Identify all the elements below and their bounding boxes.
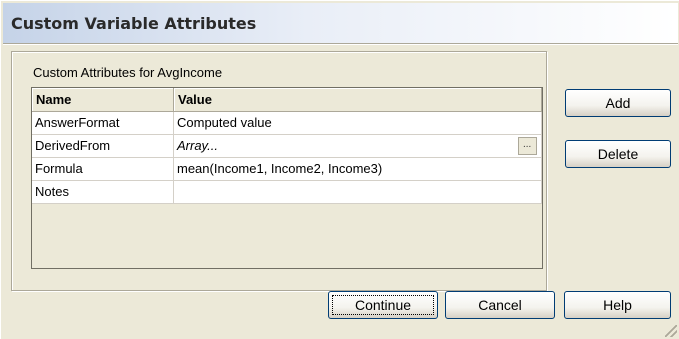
title-divider-highlight	[3, 44, 678, 45]
attribute-name-cell[interactable]: DerivedFrom	[32, 135, 174, 158]
continue-button-label: Continue	[354, 297, 412, 313]
custom-variable-attributes-dialog: Custom Variable Attributes Custom Attrib…	[0, 0, 679, 339]
cancel-button[interactable]: Cancel	[445, 291, 555, 319]
table-row[interactable]: DerivedFrom Array... ...	[32, 135, 542, 158]
add-button[interactable]: Add	[565, 89, 671, 117]
attributes-grid[interactable]: Name Value AnswerFormat Computed value D…	[31, 87, 543, 269]
title-bar: Custom Variable Attributes	[3, 3, 678, 43]
help-button[interactable]: Help	[564, 291, 671, 319]
attribute-value-text: Array...	[177, 138, 218, 153]
table-row[interactable]: Formula mean(Income1, Income2, Income3)	[32, 158, 542, 181]
attribute-value-cell[interactable]: Array... ...	[174, 135, 542, 158]
table-row[interactable]: Notes	[32, 181, 542, 204]
column-header-value[interactable]: Value	[174, 88, 542, 112]
delete-button[interactable]: Delete	[565, 140, 671, 168]
column-header-name[interactable]: Name	[32, 88, 174, 112]
continue-button[interactable]: Continue	[328, 291, 438, 319]
attribute-name-cell[interactable]: Notes	[32, 181, 174, 204]
attribute-value-cell[interactable]	[174, 181, 542, 204]
table-row[interactable]: AnswerFormat Computed value	[32, 112, 542, 135]
attribute-name-cell[interactable]: AnswerFormat	[32, 112, 174, 135]
grid-header: Name Value	[32, 88, 542, 112]
resize-grip-icon[interactable]	[665, 325, 677, 337]
panel-caption: Custom Attributes for AvgIncome	[33, 65, 223, 80]
attribute-value-cell[interactable]: Computed value	[174, 112, 542, 135]
dialog-title: Custom Variable Attributes	[11, 14, 257, 33]
attribute-name-cell[interactable]: Formula	[32, 158, 174, 181]
browse-ellipsis-button[interactable]: ...	[518, 137, 537, 155]
attribute-value-cell[interactable]: mean(Income1, Income2, Income3)	[174, 158, 542, 181]
